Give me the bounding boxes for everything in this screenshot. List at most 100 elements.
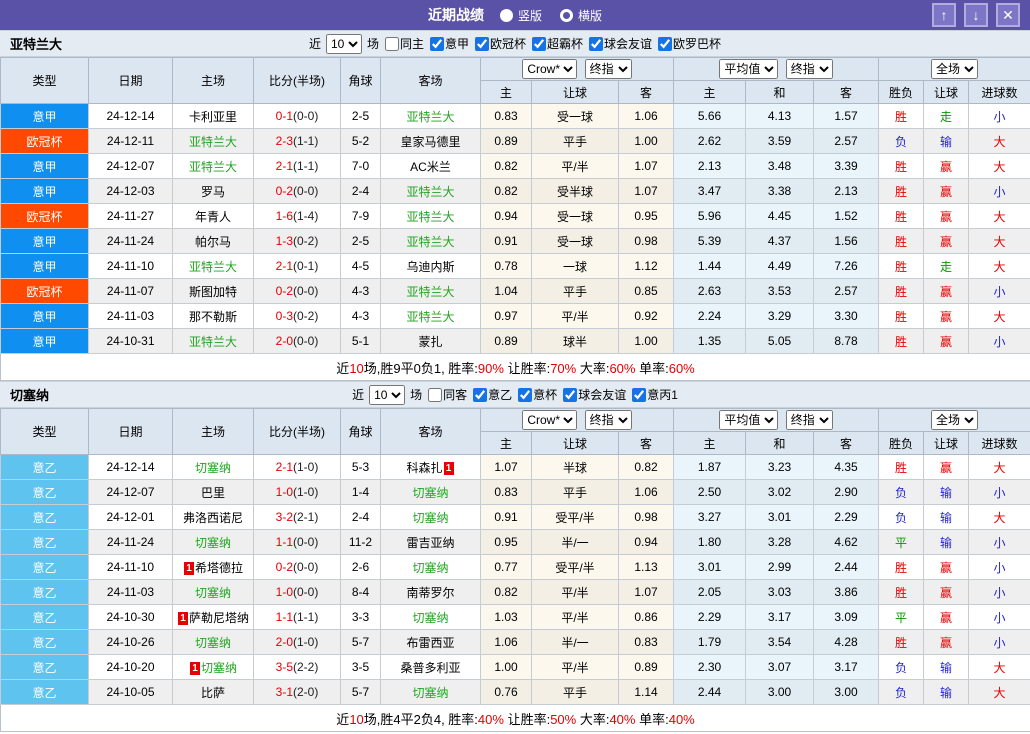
- away-team-name: 亚特兰大: [406, 209, 455, 224]
- fulltime-score: 2-1: [275, 159, 293, 173]
- league-filter[interactable]: 意乙: [469, 386, 512, 403]
- league-filter[interactable]: 意丙1: [628, 386, 678, 403]
- odds-home: 0.82: [480, 153, 532, 179]
- fulltime-score: 1-6: [275, 209, 293, 223]
- home-team-name: 罗马: [200, 184, 225, 199]
- league-filter[interactable]: 超霸杯: [528, 35, 583, 52]
- result-outcome: 平: [878, 529, 925, 555]
- home-team-name: 亚特兰大: [188, 159, 237, 174]
- league-filter[interactable]: 欧罗巴杯: [654, 35, 721, 52]
- handicap-line: 平手: [531, 679, 619, 705]
- corner-score: 5-7: [340, 629, 381, 655]
- league-filter-checkbox[interactable]: [658, 36, 673, 51]
- home-team-name: 巴里: [200, 485, 225, 500]
- league-filter-checkbox[interactable]: [428, 387, 443, 402]
- away-team: 切塞纳: [380, 504, 481, 530]
- halftime-score: (1-1): [293, 610, 319, 624]
- odds-home: 0.76: [480, 679, 532, 705]
- avg-draw: 3.02: [745, 479, 815, 505]
- scope-select[interactable]: 全场: [931, 410, 979, 430]
- halftime-score: (0-0): [293, 560, 319, 574]
- view-mode-radio-vertical[interactable]: 竖版: [499, 7, 542, 24]
- view-mode-radio-horizontal[interactable]: 横版: [560, 7, 602, 24]
- handicap-line: 半/一: [531, 629, 619, 655]
- close-button[interactable]: ✕: [996, 3, 1020, 27]
- avg-draw: 4.45: [745, 203, 815, 229]
- match-date: 24-12-01: [88, 504, 173, 530]
- score: 3-2(2-1): [253, 504, 341, 530]
- odds-home: 0.89: [480, 328, 532, 354]
- league-badge: 意甲: [0, 103, 89, 129]
- move-up-button[interactable]: ↑: [932, 3, 956, 27]
- league-filter-checkbox[interactable]: [475, 36, 489, 51]
- avg-home: 2.13: [673, 153, 747, 179]
- result-outcome: 胜: [878, 454, 925, 480]
- league-filter-checkbox[interactable]: [384, 36, 399, 51]
- corner-score: 3-5: [340, 654, 381, 680]
- league-filter[interactable]: 意杯: [514, 386, 557, 403]
- result-handicap: 赢: [923, 629, 970, 655]
- away-team: 南蒂罗尔: [380, 579, 481, 605]
- away-team-name: 切塞纳: [412, 560, 449, 575]
- league-filter-checkbox[interactable]: [532, 36, 547, 51]
- avg-draw: 3.00: [745, 679, 815, 705]
- avg-stage-select[interactable]: 终指: [785, 59, 833, 79]
- result-outcome: 胜: [878, 278, 925, 304]
- league-filter-checkbox[interactable]: [429, 36, 444, 51]
- avg-source-select[interactable]: 平均值: [719, 410, 779, 430]
- odds-provider-select[interactable]: Crow*: [522, 59, 578, 79]
- summary-row: 近10场,胜9平0负1, 胜率:90% 让胜率:70% 大率:60% 单率:60…: [0, 353, 1030, 381]
- league-filter[interactable]: 同客: [424, 386, 467, 403]
- odds-away: 1.07: [617, 579, 675, 605]
- summary-text: 90%: [477, 360, 504, 376]
- corner-score: 2-6: [340, 554, 381, 580]
- avg-source-select[interactable]: 平均值: [719, 59, 779, 79]
- result-outcome: 负: [878, 128, 925, 154]
- halftime-score: (0-2): [293, 309, 319, 323]
- summary-text: 60%: [668, 360, 695, 376]
- subcol-avg-away: 客: [813, 431, 880, 455]
- league-filter[interactable]: 球会友谊: [585, 35, 652, 52]
- table-row: 意乙 24-12-07 巴里 1-0(1-0) 1-4 切塞纳 0.83 平手 1.06 2.50…: [0, 479, 1030, 505]
- league-filter[interactable]: 同主: [381, 35, 424, 52]
- result-handicap: 输: [923, 479, 970, 505]
- halftime-score: (2-2): [293, 660, 319, 674]
- table-row: 意甲 24-12-14 卡利亚里 0-1(0-0) 2-5 亚特兰大 0.83 受一球 1.06…: [0, 103, 1030, 129]
- league-filter[interactable]: 意甲: [426, 35, 469, 52]
- away-team-name: 亚特兰大: [406, 184, 455, 199]
- away-team: 雷吉亚纳: [380, 529, 481, 555]
- league-filter-checkbox[interactable]: [589, 36, 604, 51]
- subcol-outcome: 胜负: [878, 431, 925, 455]
- result-outcome: 胜: [878, 153, 925, 179]
- view-mode-radio-group: 竖版 横版: [499, 7, 602, 24]
- league-filter[interactable]: 球会友谊: [559, 386, 626, 403]
- match-date: 24-11-03: [88, 579, 173, 605]
- odds-stage-select[interactable]: 终指: [584, 59, 632, 79]
- avg-stage-select[interactable]: 终指: [785, 410, 833, 430]
- league-badge: 意乙: [0, 454, 89, 480]
- move-down-button[interactable]: ↓: [964, 3, 988, 27]
- col-score: 比分(半场): [253, 57, 341, 104]
- league-filter-checkbox[interactable]: [518, 387, 533, 402]
- league-badge: 欧冠杯: [0, 128, 89, 154]
- arrow-down-icon: ↓: [972, 7, 980, 23]
- recent-count-select[interactable]: 10: [369, 384, 406, 405]
- result-handicap: 赢: [923, 604, 970, 630]
- league-filter-checkbox[interactable]: [563, 387, 578, 402]
- scope-select[interactable]: 全场: [931, 59, 979, 79]
- odds-provider-select[interactable]: Crow*: [522, 410, 578, 430]
- odds-stage-select[interactable]: 终指: [584, 410, 632, 430]
- league-filter[interactable]: 欧冠杯: [471, 35, 526, 52]
- league-filter-checkbox[interactable]: [473, 387, 488, 402]
- league-filter-checkbox[interactable]: [632, 387, 647, 402]
- avg-draw: 3.29: [745, 303, 815, 329]
- recent-count-select[interactable]: 10: [325, 33, 362, 54]
- fulltime-score: 2-0: [275, 334, 293, 348]
- subcol-odds-away: 客: [617, 431, 675, 455]
- avg-away: 4.28: [813, 629, 880, 655]
- score: 0-1(0-0): [253, 103, 341, 129]
- away-team-name: 皇家马德里: [400, 134, 461, 149]
- result-handicap: 赢: [923, 203, 970, 229]
- result-handicap: 输: [923, 654, 970, 680]
- match-date: 24-10-26: [88, 629, 173, 655]
